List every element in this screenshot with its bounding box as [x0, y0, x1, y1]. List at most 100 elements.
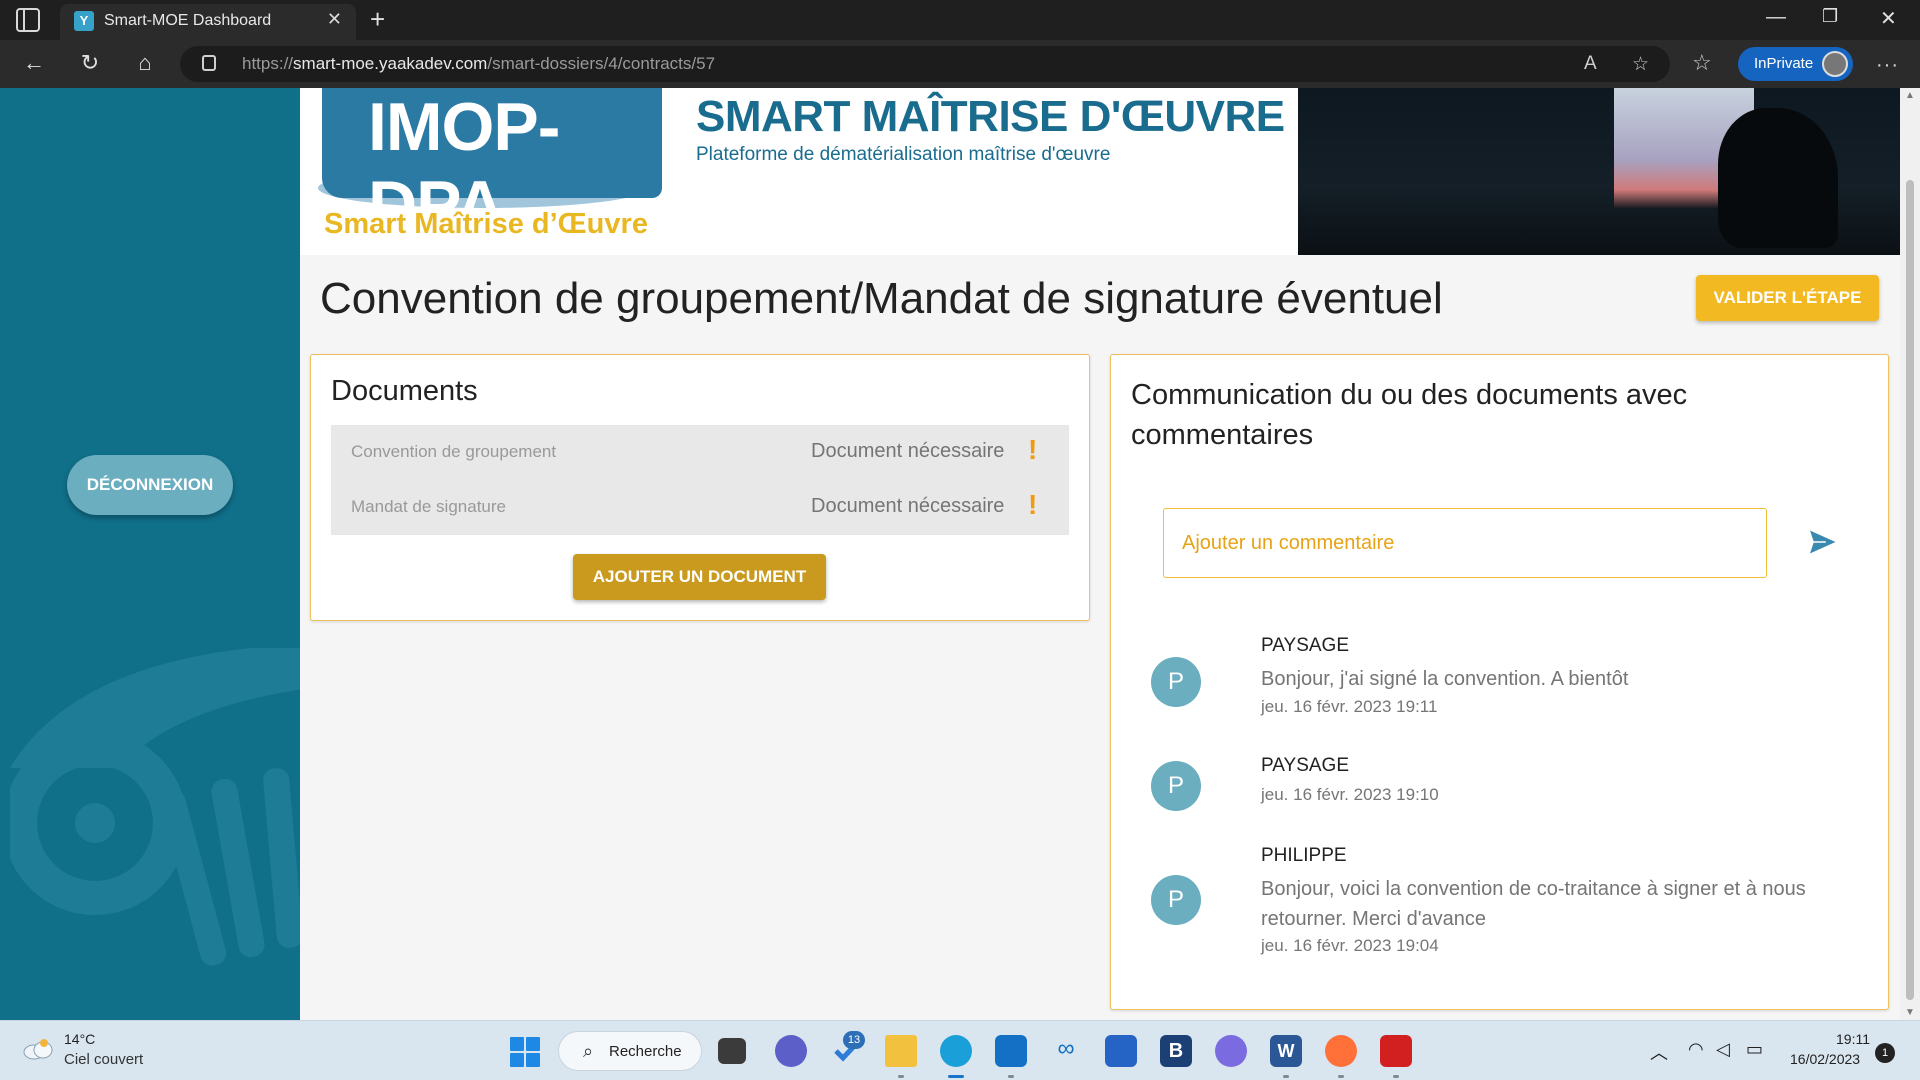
active-indicator — [948, 1075, 964, 1078]
word-icon[interactable]: W — [1270, 1035, 1302, 1067]
copilot-icon[interactable] — [1215, 1035, 1247, 1067]
browser-tab-bar: Y Smart-MOE Dashboard ✕ + — ❐ ✕ — [0, 0, 1920, 40]
comment-item: P PHILIPPE Bonjour, voici la convention … — [1151, 845, 1851, 955]
comment-date: jeu. 16 févr. 2023 19:11 — [1261, 697, 1438, 716]
site-subtitle: Plateforme de dématérialisation maîtrise… — [696, 144, 1111, 165]
browser-tab[interactable]: Y Smart-MOE Dashboard ✕ — [60, 4, 356, 40]
comment-date: jeu. 16 févr. 2023 19:10 — [1261, 785, 1439, 804]
logo[interactable]: IMOP-DPA — [322, 88, 662, 243]
url-text[interactable]: https://smart-moe.yaakadev.com/smart-dos… — [242, 54, 715, 74]
home-icon[interactable]: ⌂ — [131, 50, 159, 76]
inprivate-button[interactable]: InPrivate — [1738, 47, 1853, 81]
send-icon[interactable] — [1806, 525, 1840, 559]
document-name: Mandat de signature — [351, 497, 506, 516]
document-status: Document nécessaire — [811, 440, 1005, 462]
inprivate-label: InPrivate — [1754, 55, 1814, 72]
communication-card: Communication du ou des documents avec c… — [1110, 354, 1889, 1010]
documents-list: Convention de groupement Document nécess… — [331, 425, 1069, 535]
read-aloud-icon[interactable]: A — [1584, 53, 1597, 75]
running-indicator — [1338, 1075, 1344, 1078]
booking-icon[interactable]: B — [1160, 1035, 1192, 1067]
document-row[interactable]: Mandat de signature Document nécessaire … — [331, 480, 1069, 535]
favicon-icon: Y — [74, 11, 94, 31]
new-tab-icon[interactable]: + — [370, 4, 385, 34]
sidebar: DÉCONNEXION — [0, 88, 300, 1020]
running-indicator — [1008, 1075, 1014, 1078]
comment-author: PAYSAGE — [1261, 755, 1349, 776]
profile-avatar — [1822, 51, 1848, 77]
cloud-icon[interactable] — [22, 1037, 54, 1061]
store-icon[interactable] — [1105, 1035, 1137, 1067]
page-scrollbar[interactable]: ▲ ▼ — [1900, 88, 1920, 1020]
restore-icon[interactable]: ❐ — [1822, 6, 1838, 27]
search-label: Recherche — [609, 1043, 682, 1060]
banner-photo — [1298, 88, 1900, 255]
file-explorer-icon[interactable] — [885, 1035, 917, 1067]
url-field[interactable]: https://smart-moe.yaakadev.com/smart-dos… — [180, 46, 1670, 82]
minimize-icon[interactable]: — — [1766, 6, 1786, 29]
avatar: P — [1151, 761, 1201, 811]
weather-description[interactable]: Ciel couvert — [64, 1051, 143, 1068]
teams-chat-icon[interactable] — [775, 1035, 807, 1067]
scroll-up-icon[interactable]: ▲ — [1905, 90, 1915, 101]
document-row[interactable]: Convention de groupement Document nécess… — [331, 425, 1069, 480]
running-indicator — [1283, 1075, 1289, 1078]
column-capital-decoration — [10, 648, 300, 966]
validate-step-button[interactable]: VALIDER L'ÉTAPE — [1696, 275, 1879, 321]
edge-icon[interactable] — [940, 1035, 972, 1067]
running-indicator — [1393, 1075, 1399, 1078]
comment-item: P PAYSAGE Bonjour, j'ai signé la convent… — [1151, 635, 1851, 716]
todo-badge: 13 — [843, 1031, 865, 1049]
close-window-icon[interactable]: ✕ — [1880, 6, 1897, 31]
taskbar: 14°C Ciel couvert ⌕ Recherche 13 ∞ B W ︿… — [0, 1020, 1920, 1080]
mail-icon[interactable] — [995, 1035, 1027, 1067]
logo-subtitle: Smart Maîtrise d’Œuvre — [324, 208, 648, 240]
logout-button[interactable]: DÉCONNEXION — [67, 455, 233, 515]
main-content: IMOP-DPA Smart Maîtrise d’Œuvre SMART MA… — [300, 88, 1900, 1020]
close-tab-icon[interactable]: ✕ — [327, 9, 342, 30]
volume-icon[interactable]: ◁ — [1716, 1039, 1730, 1060]
address-bar: ← ↻ ⌂ https://smart-moe.yaakadev.com/sma… — [0, 40, 1920, 88]
document-name: Convention de groupement — [351, 442, 557, 461]
avatar: P — [1151, 875, 1201, 925]
communication-title: Communication du ou des documents avec c… — [1131, 379, 1688, 451]
acrobat-icon[interactable] — [1380, 1035, 1412, 1067]
page-title: Convention de groupement/Mandat de signa… — [320, 274, 1443, 323]
add-document-button[interactable]: AJOUTER UN DOCUMENT — [573, 554, 826, 600]
document-status: Document nécessaire — [811, 495, 1005, 517]
tab-title: Smart-MOE Dashboard — [104, 12, 272, 29]
comment-input[interactable] — [1163, 508, 1767, 578]
tab-actions-icon[interactable] — [16, 8, 40, 32]
firefox-icon[interactable] — [1325, 1035, 1357, 1067]
comment-item: P PAYSAGE jeu. 16 févr. 2023 19:10 — [1151, 755, 1851, 815]
loop-icon[interactable]: ∞ — [1050, 1035, 1082, 1067]
scroll-thumb[interactable] — [1906, 180, 1914, 1000]
search-icon: ⌕ — [583, 1041, 594, 1061]
back-icon[interactable]: ← — [20, 50, 48, 76]
task-view-icon[interactable] — [718, 1038, 746, 1064]
start-icon[interactable] — [510, 1037, 540, 1067]
comment-date: jeu. 16 févr. 2023 19:04 — [1261, 936, 1439, 955]
comment-author: PHILIPPE — [1261, 845, 1347, 866]
taskbar-search[interactable]: ⌕ Recherche — [558, 1031, 702, 1071]
favorites-icon[interactable]: ☆ — [1692, 50, 1712, 76]
documents-title: Documents — [331, 375, 478, 407]
documents-card: Documents Convention de groupement Docum… — [310, 354, 1090, 621]
scroll-down-icon[interactable]: ▼ — [1905, 1007, 1915, 1018]
clock-date[interactable]: 16/02/2023 — [1790, 1051, 1860, 1067]
chevron-up-icon[interactable]: ︿ — [1650, 1039, 1668, 1065]
battery-icon[interactable]: ▭ — [1746, 1039, 1763, 1060]
comment-author: PAYSAGE — [1261, 635, 1349, 656]
lock-icon[interactable] — [202, 55, 216, 71]
warning-icon: ! — [1028, 434, 1038, 465]
notification-badge[interactable]: 1 — [1875, 1043, 1895, 1063]
clock-time[interactable]: 19:11 — [1836, 1031, 1870, 1047]
avatar: P — [1151, 657, 1201, 707]
weather-temperature[interactable]: 14°C — [64, 1031, 95, 1047]
warning-icon: ! — [1028, 489, 1038, 520]
refresh-icon[interactable]: ↻ — [76, 50, 104, 76]
add-favorite-icon[interactable]: ☆ — [1632, 53, 1649, 76]
wifi-icon[interactable]: ◠ — [1688, 1039, 1704, 1060]
site-title: SMART MAÎTRISE D'ŒUVRE — [696, 92, 1285, 141]
more-menu-icon[interactable]: ··· — [1876, 54, 1899, 77]
